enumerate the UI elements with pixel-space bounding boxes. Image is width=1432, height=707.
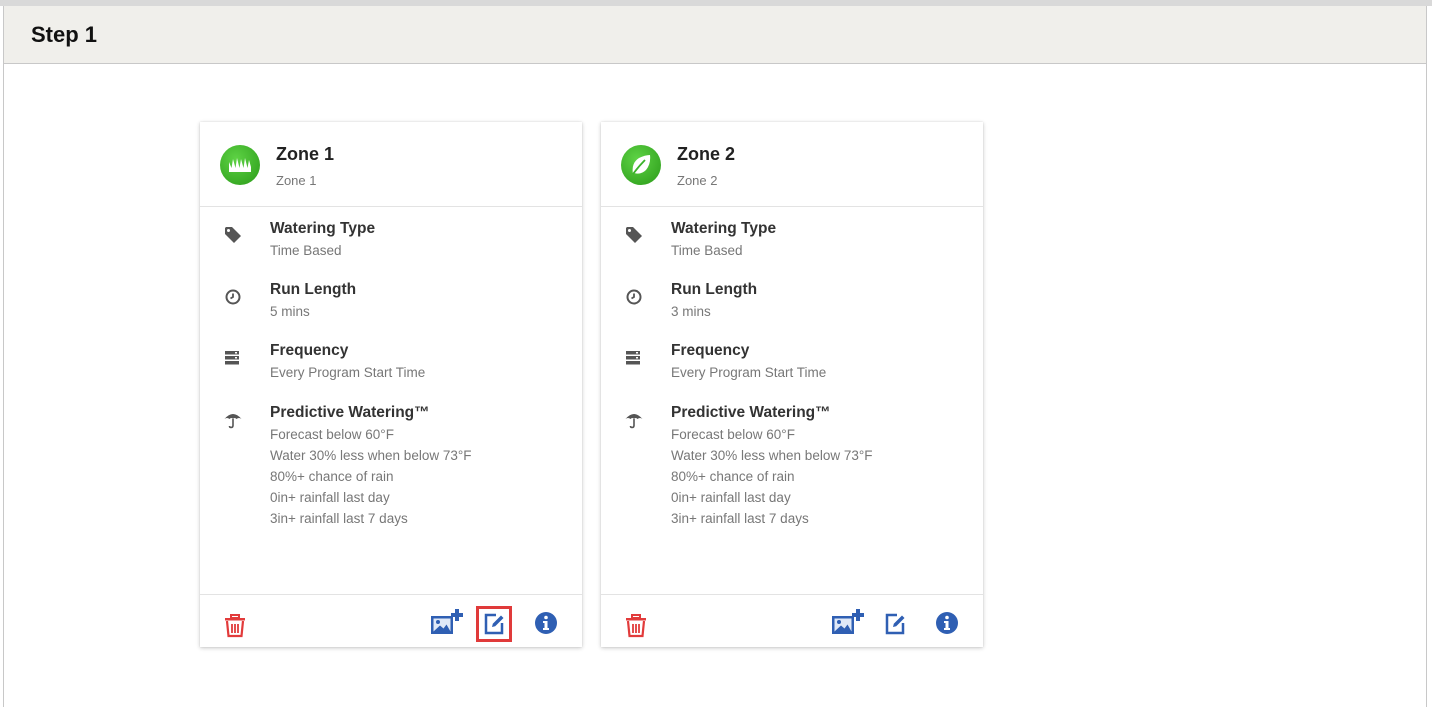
server-stack-icon: [626, 351, 640, 365]
frequency-value: Every Program Start Time: [671, 365, 827, 380]
frame-border-right: [1426, 64, 1427, 707]
leaf-icon: [621, 145, 661, 185]
tag-icon: [626, 227, 642, 243]
tag-icon: [225, 227, 241, 243]
watering-type-label: Watering Type: [270, 220, 376, 237]
predictive-line: 80%+ chance of rain: [270, 469, 394, 484]
predictive-watering-label: Predictive Watering™: [270, 404, 430, 421]
run-length-label: Run Length: [671, 281, 758, 298]
predictive-line: Water 30% less when below 73°F: [270, 448, 472, 463]
server-stack-icon: [225, 351, 239, 365]
umbrella-icon: [224, 414, 242, 429]
predictive-line: 0in+ rainfall last day: [270, 490, 390, 505]
zone-card-header: Zone 2 Zone 2: [601, 122, 983, 207]
predictive-line: 3in+ rainfall last 7 days: [671, 511, 809, 526]
clock-icon: [225, 289, 241, 305]
watering-type-label: Watering Type: [671, 220, 777, 237]
zone-subtitle: Zone 2: [677, 173, 718, 188]
zone-name: Zone 2: [677, 144, 736, 164]
zone-card-2: Zone 2 Zone 2 Watering Type Time Based R…: [601, 122, 983, 647]
predictive-line: 0in+ rainfall last day: [671, 490, 791, 505]
trash-icon[interactable]: [623, 613, 649, 639]
predictive-watering-label: Predictive Watering™: [671, 404, 831, 421]
frame-border-left: [3, 64, 4, 707]
add-photo-icon[interactable]: [429, 607, 465, 637]
frequency-value: Every Program Start Time: [270, 365, 426, 380]
zone-subtitle: Zone 1: [276, 173, 317, 188]
run-length-value: 5 mins: [270, 304, 310, 319]
clock-icon: [626, 289, 642, 305]
predictive-line: Forecast below 60°F: [671, 427, 795, 442]
edit-icon[interactable]: [880, 609, 910, 639]
step-header: Step 1: [3, 6, 1427, 64]
zone-card-1: Zone 1 Zone 1 Watering Type Time Based R…: [200, 122, 582, 647]
add-photo-icon[interactable]: [830, 607, 866, 637]
info-icon[interactable]: [533, 610, 559, 636]
watering-type-value: Time Based: [270, 243, 342, 258]
edit-icon[interactable]: [476, 606, 512, 642]
predictive-line: 3in+ rainfall last 7 days: [270, 511, 408, 526]
umbrella-icon: [625, 414, 643, 429]
card-footer: [200, 594, 582, 648]
info-icon[interactable]: [934, 610, 960, 636]
zone-card-header: Zone 1 Zone 1: [200, 122, 582, 207]
frequency-label: Frequency: [671, 342, 750, 359]
trash-icon[interactable]: [222, 613, 248, 639]
watering-type-value: Time Based: [671, 243, 743, 258]
predictive-line: Forecast below 60°F: [270, 427, 394, 442]
zone-name: Zone 1: [276, 144, 335, 164]
frequency-label: Frequency: [270, 342, 349, 359]
predictive-line: Water 30% less when below 73°F: [671, 448, 873, 463]
run-length-value: 3 mins: [671, 304, 711, 319]
card-footer: [601, 594, 983, 648]
run-length-label: Run Length: [270, 281, 357, 298]
step-title: Step 1: [31, 22, 98, 47]
grass-icon: [220, 145, 260, 185]
predictive-line: 80%+ chance of rain: [671, 469, 795, 484]
